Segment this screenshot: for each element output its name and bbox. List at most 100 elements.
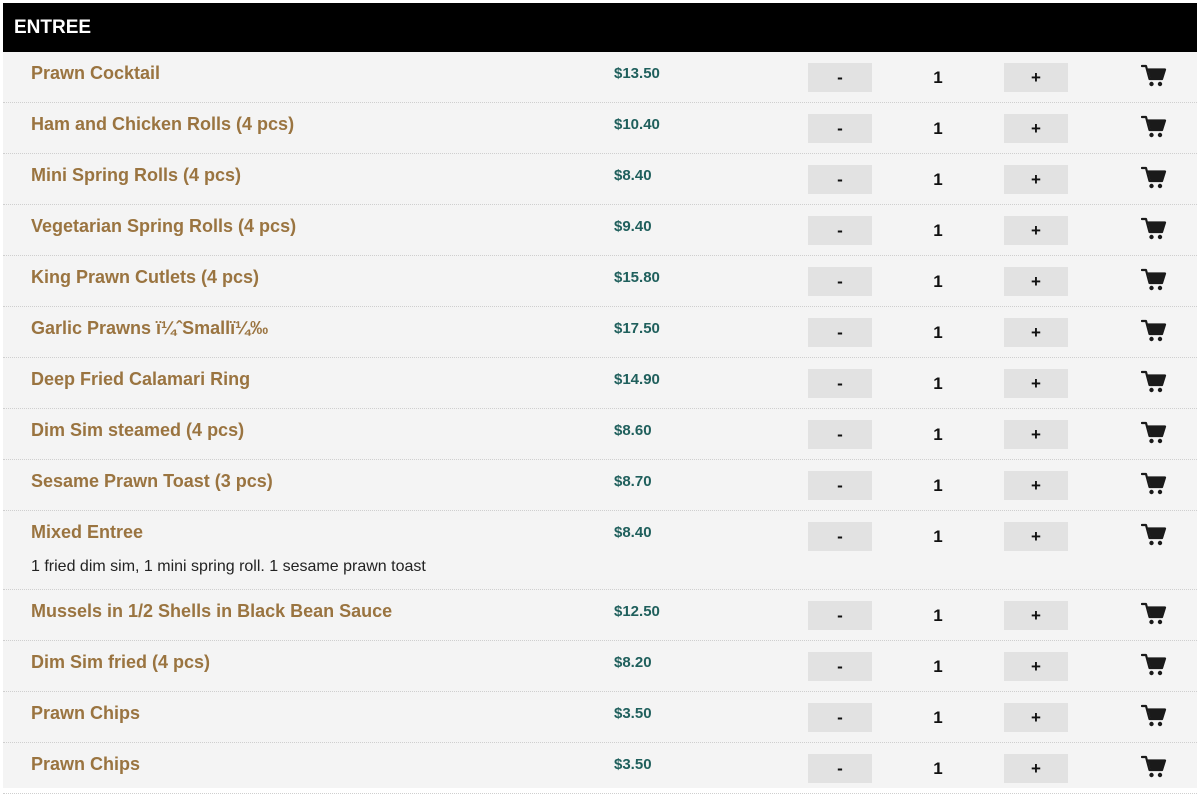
- quantity-input[interactable]: [875, 63, 1001, 92]
- shopping-cart-icon: [1141, 602, 1167, 625]
- add-to-cart-button[interactable]: [1141, 370, 1167, 394]
- increase-quantity-button[interactable]: +: [1004, 703, 1068, 732]
- item-price: $10.40: [614, 116, 660, 133]
- shopping-cart-icon: [1141, 704, 1167, 727]
- shopping-cart-icon: [1141, 523, 1167, 546]
- add-to-cart-button[interactable]: [1141, 268, 1167, 292]
- decrease-quantity-button[interactable]: -: [808, 522, 872, 551]
- item-price: $8.70: [614, 473, 652, 490]
- item-price: $8.40: [614, 167, 652, 184]
- item-name: King Prawn Cutlets (4 pcs): [31, 267, 260, 287]
- add-to-cart-button[interactable]: [1141, 523, 1167, 547]
- menu-item-row: Sesame Prawn Toast (3 pcs) $8.70 - +: [3, 460, 1197, 511]
- decrease-quantity-button[interactable]: -: [808, 318, 872, 347]
- add-to-cart-button[interactable]: [1141, 319, 1167, 343]
- decrease-quantity-button[interactable]: -: [808, 216, 872, 245]
- item-name: Mussels in 1/2 Shells in Black Bean Sauc…: [31, 601, 393, 621]
- menu-item-row: Prawn Cocktail $13.50 - +: [3, 52, 1197, 103]
- menu-item-row: Garlic Prawns ï¼ˆSmallï¼‰ $17.50 - +: [3, 307, 1197, 358]
- add-to-cart-button[interactable]: [1141, 421, 1167, 445]
- quantity-input[interactable]: [875, 165, 1001, 194]
- decrease-quantity-button[interactable]: -: [808, 703, 872, 732]
- decrease-quantity-button[interactable]: -: [808, 114, 872, 143]
- menu-item-row: Dim Sim steamed (4 pcs) $8.60 - +: [3, 409, 1197, 460]
- quantity-input[interactable]: [875, 703, 1001, 732]
- menu-item-row: King Prawn Cutlets (4 pcs) $15.80 - +: [3, 256, 1197, 307]
- add-to-cart-button[interactable]: [1141, 115, 1167, 139]
- increase-quantity-button[interactable]: +: [1004, 216, 1068, 245]
- menu-item-row: Mixed Entree 1 fried dim sim, 1 mini spr…: [3, 511, 1197, 590]
- menu-item-row: Dim Sim fried (4 pcs) $8.20 - +: [3, 641, 1197, 692]
- increase-quantity-button[interactable]: +: [1004, 165, 1068, 194]
- menu-item-list: Prawn Cocktail $13.50 - + Ham and Chicke…: [3, 52, 1197, 794]
- increase-quantity-button[interactable]: +: [1004, 63, 1068, 92]
- quantity-input[interactable]: [875, 267, 1001, 296]
- item-name: Garlic Prawns ï¼ˆSmallï¼‰: [31, 318, 269, 338]
- item-price: $3.50: [614, 705, 652, 722]
- quantity-input[interactable]: [875, 369, 1001, 398]
- shopping-cart-icon: [1141, 472, 1167, 495]
- add-to-cart-button[interactable]: [1141, 704, 1167, 728]
- quantity-input[interactable]: [875, 318, 1001, 347]
- quantity-input[interactable]: [875, 601, 1001, 630]
- decrease-quantity-button[interactable]: -: [808, 754, 872, 783]
- increase-quantity-button[interactable]: +: [1004, 471, 1068, 500]
- decrease-quantity-button[interactable]: -: [808, 601, 872, 630]
- add-to-cart-button[interactable]: [1141, 653, 1167, 677]
- item-name: Vegetarian Spring Rolls (4 pcs): [31, 216, 297, 236]
- add-to-cart-button[interactable]: [1141, 755, 1167, 779]
- shopping-cart-icon: [1141, 64, 1167, 87]
- increase-quantity-button[interactable]: +: [1004, 369, 1068, 398]
- menu-item-row: Deep Fried Calamari Ring $14.90 - +: [3, 358, 1197, 409]
- item-price: $15.80: [614, 269, 660, 286]
- decrease-quantity-button[interactable]: -: [808, 420, 872, 449]
- shopping-cart-icon: [1141, 115, 1167, 138]
- decrease-quantity-button[interactable]: -: [808, 652, 872, 681]
- add-to-cart-button[interactable]: [1141, 602, 1167, 626]
- add-to-cart-button[interactable]: [1141, 166, 1167, 190]
- increase-quantity-button[interactable]: +: [1004, 652, 1068, 681]
- decrease-quantity-button[interactable]: -: [808, 369, 872, 398]
- increase-quantity-button[interactable]: +: [1004, 267, 1068, 296]
- shopping-cart-icon: [1141, 268, 1167, 291]
- increase-quantity-button[interactable]: +: [1004, 601, 1068, 630]
- section-title: ENTREE: [3, 3, 1197, 52]
- increase-quantity-button[interactable]: +: [1004, 754, 1068, 783]
- item-name: Mixed Entree: [31, 522, 144, 542]
- shopping-cart-icon: [1141, 217, 1167, 240]
- item-description: 1 fried dim sim, 1 mini spring roll. 1 s…: [31, 558, 426, 575]
- decrease-quantity-button[interactable]: -: [808, 267, 872, 296]
- item-price: $14.90: [614, 371, 660, 388]
- increase-quantity-button[interactable]: +: [1004, 318, 1068, 347]
- shopping-cart-icon: [1141, 421, 1167, 444]
- item-name: Prawn Chips: [31, 754, 141, 774]
- quantity-input[interactable]: [875, 471, 1001, 500]
- add-to-cart-button[interactable]: [1141, 217, 1167, 241]
- quantity-input[interactable]: [875, 216, 1001, 245]
- add-to-cart-button[interactable]: [1141, 472, 1167, 496]
- item-price: $8.60: [614, 422, 652, 439]
- quantity-input[interactable]: [875, 420, 1001, 449]
- shopping-cart-icon: [1141, 319, 1167, 342]
- quantity-input[interactable]: [875, 652, 1001, 681]
- decrease-quantity-button[interactable]: -: [808, 165, 872, 194]
- increase-quantity-button[interactable]: +: [1004, 522, 1068, 551]
- shopping-cart-icon: [1141, 370, 1167, 393]
- increase-quantity-button[interactable]: +: [1004, 114, 1068, 143]
- item-name: Dim Sim steamed (4 pcs): [31, 420, 245, 440]
- add-to-cart-button[interactable]: [1141, 64, 1167, 88]
- item-price: $8.20: [614, 654, 652, 671]
- item-price: $12.50: [614, 603, 660, 620]
- increase-quantity-button[interactable]: +: [1004, 420, 1068, 449]
- shopping-cart-icon: [1141, 166, 1167, 189]
- menu-item-row: Vegetarian Spring Rolls (4 pcs) $9.40 - …: [3, 205, 1197, 256]
- item-price: $3.50: [614, 756, 652, 773]
- shopping-cart-icon: [1141, 755, 1167, 778]
- item-name: Prawn Cocktail: [31, 63, 161, 83]
- decrease-quantity-button[interactable]: -: [808, 63, 872, 92]
- quantity-input[interactable]: [875, 114, 1001, 143]
- quantity-input[interactable]: [875, 754, 1001, 783]
- decrease-quantity-button[interactable]: -: [808, 471, 872, 500]
- menu-item-row: Prawn Chips $3.50 - +: [3, 692, 1197, 743]
- quantity-input[interactable]: [875, 522, 1001, 551]
